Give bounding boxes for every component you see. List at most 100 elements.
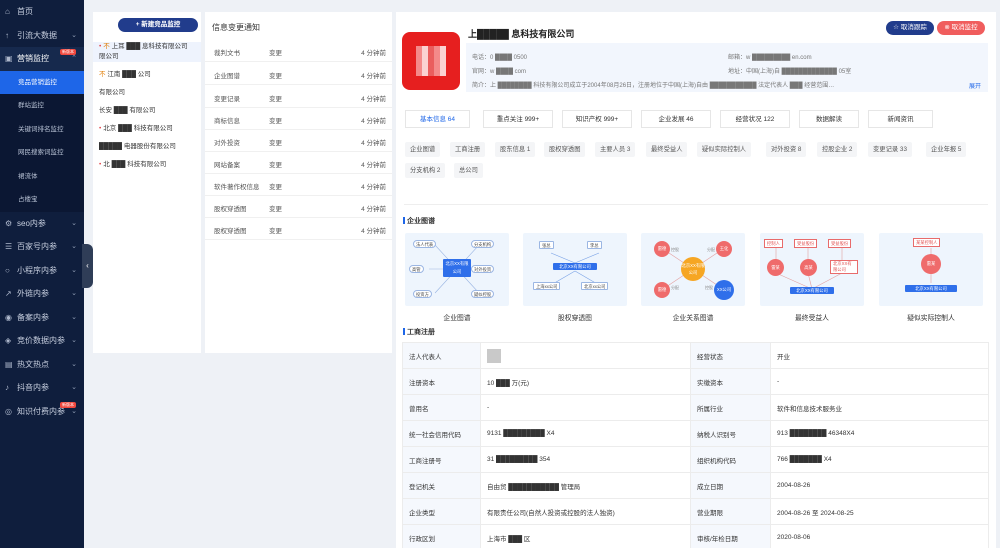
tab-operation[interactable]: 经营状况 122	[720, 110, 790, 128]
douyin-icon: ♪	[5, 383, 9, 392]
competitor-item[interactable]: • 北京 ███ 科技有限公司	[99, 124, 173, 134]
graph-node: 高管	[409, 265, 424, 273]
sidebar-item-label: 小程序内参	[17, 265, 57, 275]
unmonitor-button[interactable]: ⊗ 取消监控	[937, 21, 985, 35]
chevron-down-icon: ⌄	[71, 337, 77, 344]
sidebar-item-marketing[interactable]: ▣ 营销监控 新版本 ⌃	[0, 47, 84, 71]
change-row[interactable]: 对外投资 变更 4 分钟前	[205, 130, 392, 152]
graph-node: 对外投资	[471, 265, 495, 273]
sidebar-item-bidding[interactable]: ◈ 竞价数据内参 ⌄	[0, 329, 84, 353]
subtab-item[interactable]: 工商注册	[450, 142, 486, 157]
tab-news[interactable]: 新闻资讯	[868, 110, 933, 128]
sidebar-item-traffic[interactable]: ↑ 引流大数据 ⌄	[0, 24, 84, 48]
blurred-logo-mosaic	[416, 46, 446, 76]
subtab-item[interactable]: 股权穿透图	[544, 142, 586, 157]
change-row[interactable]: 股权穿透图 变更 4 分钟前	[205, 218, 392, 240]
graph-caption: 疑似实际控制人	[907, 315, 955, 322]
sidebar-sub-search-words[interactable]: 网民搜索词监控	[0, 141, 84, 165]
competitor-item[interactable]: 不 江南 ███ 公司	[99, 70, 151, 80]
controller-graph-thumb[interactable]: 某某控制人 雷某 北京XX有限公司	[879, 233, 983, 306]
chevron-down-icon: ⌄	[71, 290, 77, 297]
change-row[interactable]: 裁判文书 变更 4 分钟前	[205, 40, 392, 62]
change-row[interactable]: 变更记录 变更 4 分钟前	[205, 86, 392, 108]
sidebar-item-label: seo内参	[17, 218, 46, 228]
section-title-graph: 企业图谱	[403, 217, 435, 225]
change-row[interactable]: 股权穿透图 变更 4 分钟前	[205, 196, 392, 218]
equity-penetration-thumb[interactable]: 张总 李总 北京XX有限公司 上海xx公司 北京xx公司	[523, 233, 627, 306]
subtab-item[interactable]: 企业图谱	[405, 142, 441, 157]
sidebar-item-hotspot[interactable]: ▤ 热文热点 ⌄	[0, 353, 84, 377]
sidebar-item-miniapp[interactable]: ○ 小程序内参 ⌄	[0, 259, 84, 283]
company-website[interactable]: 官网：w ████ com	[472, 66, 526, 75]
sidebar-item-external-links[interactable]: ↗ 外链内参 ⌄	[0, 282, 84, 306]
subtab-item[interactable]: 最终受益人	[646, 142, 688, 157]
table-row: 法人代表人 经营状态 开业	[402, 342, 989, 369]
graph-node: 受益股份	[794, 239, 818, 248]
sidebar-item-home[interactable]: ⌂ 首页	[0, 0, 84, 24]
home-icon: ⌂	[5, 7, 10, 16]
sidebar-item-douyin[interactable]: ♪ 抖音内参 ⌄	[0, 376, 84, 400]
tab-ip[interactable]: 知识产权 999+	[562, 110, 632, 128]
subtab-item[interactable]: 分支机构 2	[405, 163, 446, 178]
change-row[interactable]: 商标信息 变更 4 分钟前	[205, 108, 392, 130]
subtab-item[interactable]: 对外投资 8	[766, 142, 807, 157]
new-competitor-button[interactable]: + 新建竞品监控	[118, 18, 198, 32]
subtab-item[interactable]: 总公司	[454, 163, 483, 178]
sidebar-sub-keyword-rank[interactable]: 关键词排名监控	[0, 117, 84, 141]
sidebar-sub-site-group[interactable]: 群站监控	[0, 94, 84, 118]
sidebar-item-seo[interactable]: ⚙ seo内参 ⌄	[0, 212, 84, 236]
relation-graph-thumb[interactable]: 北京XX有限公司 雷德 王化 雷德 XX公司 控股 分配 分配 控股	[641, 233, 745, 306]
tab-development[interactable]: 企业发展 46	[641, 110, 711, 128]
competitor-item[interactable]: 有限公司	[99, 88, 125, 98]
sidebar-item-baijiahao[interactable]: ☰ 百家号内参 ⌄	[0, 235, 84, 259]
table-row: 登记机关 自由贸 ███████████ 管理局 成立日期 2004-08-26	[402, 472, 989, 499]
sidebar-item-paid-knowledge[interactable]: ◎ 知识付费内参 新版本 ⌄	[0, 400, 84, 424]
sidebar-sub-qunliuti[interactable]: 裙流体	[0, 164, 84, 188]
change-row[interactable]: 企业图谱 变更 4 分钟前	[205, 63, 392, 85]
sidebar-sub-competitor[interactable]: 竞品营销监控	[0, 70, 84, 94]
expand-link[interactable]: 展开	[969, 81, 981, 90]
graph-node: 李总	[587, 241, 602, 249]
beneficiary-graph-thumb[interactable]: 控制人 受益股份 受益股份 雷某 高某 北京XX有限公司 北京XX有限公司	[760, 233, 864, 306]
traffic-icon: ↑	[5, 30, 9, 40]
unfollow-button[interactable]: ☆ 取消跟踪	[886, 21, 934, 35]
tab-key-focus[interactable]: 重点关注 999+	[483, 110, 553, 128]
sidebar-collapse-handle[interactable]: ‹	[82, 244, 93, 288]
graph-caption: 股权穿透图	[558, 315, 592, 322]
competitor-item[interactable]: 长安 ███ 有限公司	[99, 106, 155, 116]
graph-center-node: 北京XX有限公司	[790, 287, 834, 294]
competitor-item[interactable]: • 不 上耳 ███ 息科技有限公司 限公司	[93, 42, 201, 62]
registration-table: 法人代表人 经营状态 开业 注册资本 10 ███ 万(元) 实缴资本 - 曾用名 - 所属行…	[402, 342, 989, 548]
graph-link-label: 控股	[671, 247, 679, 252]
enterprise-graph-thumb[interactable]: 法人代表 分支机构 高管 对外投资 投资方 疑似控股 北京XX有限公司	[405, 233, 509, 306]
sidebar-item-label: 外链内参	[17, 289, 49, 298]
graph-center-node: 北京XX有限公司	[905, 285, 957, 292]
chevron-down-icon: ⌄	[71, 219, 77, 227]
graph-link-label: 分配	[671, 285, 679, 290]
close-icon: ⊗	[944, 24, 952, 31]
graph-node: 王化	[716, 241, 732, 257]
sidebar-item-filing[interactable]: ◉ 备案内参 ⌄	[0, 306, 84, 330]
subtab-item[interactable]: 企业年报 5	[926, 142, 967, 157]
change-row[interactable]: 软件著作权信息 变更 4 分钟前	[205, 174, 392, 196]
chevron-down-icon: ⌄	[71, 384, 77, 391]
subtab-item[interactable]: 疑似实际控制人	[697, 142, 752, 157]
graph-caption: 企业图谱	[443, 315, 471, 322]
miniapp-icon: ○	[5, 265, 10, 275]
sidebar-sub-zhanloubao[interactable]: 占楼宝	[0, 188, 84, 212]
subtab-item[interactable]: 主要人员 3	[595, 142, 636, 157]
competitor-item[interactable]: █████ 电器股份有限公司	[99, 142, 176, 152]
tab-data-analysis[interactable]: 数据解读	[799, 110, 859, 128]
subtab-item[interactable]: 变更记录 33	[868, 142, 912, 157]
baijiahao-icon: ☰	[5, 242, 13, 251]
company-tabs: 基本信息 64 重点关注 999+ 知识产权 999+ 企业发展 46 经营状况…	[405, 110, 989, 128]
competitor-item[interactable]: • 北 ███ 科技有限公司	[99, 160, 166, 170]
bullet-icon: •	[99, 125, 102, 132]
subtab-item[interactable]: 股东信息 1	[495, 142, 536, 157]
tab-basic-info[interactable]: 基本信息 64	[405, 110, 470, 128]
subtab-item[interactable]: 控股企业 2	[817, 142, 858, 157]
change-row[interactable]: 网站备案 变更 4 分钟前	[205, 152, 392, 174]
graph-caption: 企业关系图谱	[672, 315, 714, 322]
company-info-box: 电话：0 ████ 0500 邮箱：w █████████ en.com 官网：…	[466, 43, 988, 92]
star-icon: ☆	[893, 24, 901, 31]
